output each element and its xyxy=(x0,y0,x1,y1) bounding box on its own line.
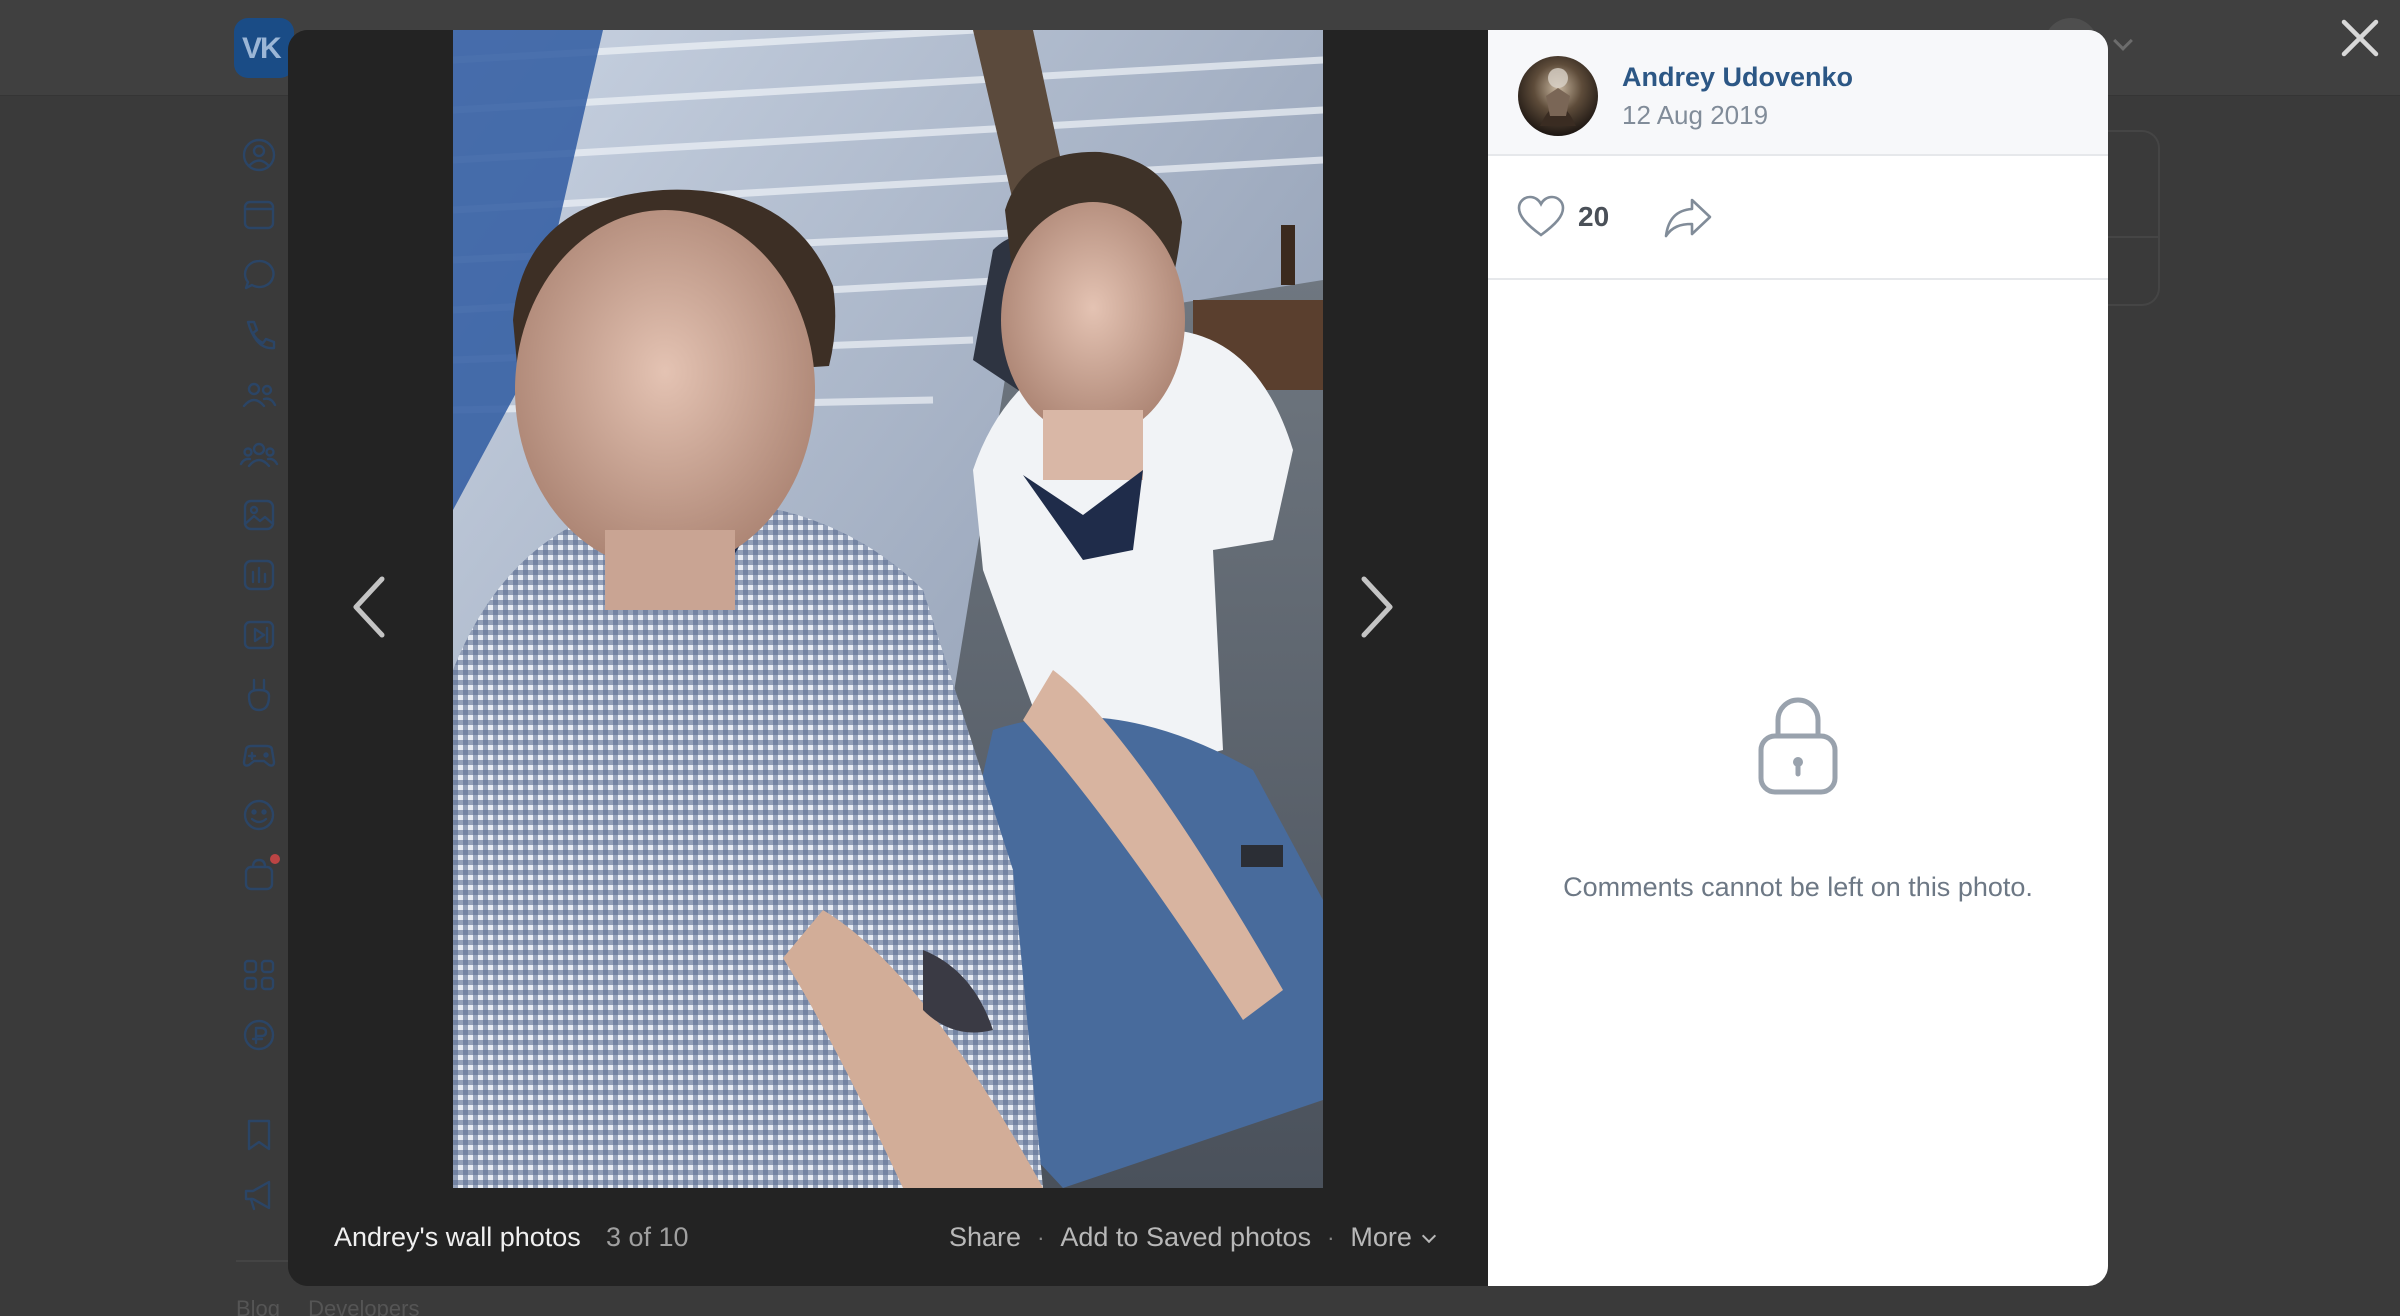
chevron-down-icon[interactable] xyxy=(2113,31,2133,51)
photo-info-panel: Andrey Udovenko 12 Aug 2019 20 Comments … xyxy=(1488,30,2108,1286)
photos-icon[interactable] xyxy=(238,494,280,536)
separator-dot: · xyxy=(1037,1224,1045,1250)
comments-disabled-message: Comments cannot be left on this photo. xyxy=(1563,872,2033,902)
chevron-down-icon xyxy=(1421,1228,1436,1244)
photo-viewer: Andrey's wall photos 3 of 10 Share · Add… xyxy=(288,30,2108,1286)
photo-counter: 3 of 10 xyxy=(606,1222,689,1252)
games-icon[interactable] xyxy=(238,734,280,776)
clips-icon[interactable] xyxy=(238,674,280,716)
like-count: 20 xyxy=(1578,201,1610,232)
photo-footer: Andrey's wall photos 3 of 10 Share · Add… xyxy=(288,1188,1488,1286)
author-avatar-image xyxy=(1518,56,1598,136)
photo-image xyxy=(453,30,1323,1188)
communities-icon[interactable] xyxy=(238,434,280,476)
photo-area: Andrey's wall photos 3 of 10 Share · Add… xyxy=(288,30,1488,1286)
author-avatar[interactable] xyxy=(1518,56,1598,136)
author-header: Andrey Udovenko 12 Aug 2019 xyxy=(1488,30,2108,156)
vk-logo[interactable]: VK xyxy=(234,18,294,78)
services-icon[interactable] xyxy=(238,954,280,996)
author-name-link[interactable]: Andrey Udovenko xyxy=(1622,62,1853,93)
close-icon xyxy=(2341,19,2379,57)
more-label: More xyxy=(1350,1222,1412,1252)
album-title-link[interactable]: Andrey's wall photos xyxy=(334,1222,581,1253)
separator-dot: · xyxy=(1327,1224,1335,1250)
news-icon[interactable] xyxy=(238,194,280,236)
background-footer: Blog Developers xyxy=(236,1296,441,1316)
reactions-bar: 20 xyxy=(1488,156,2108,280)
more-menu-button[interactable]: More xyxy=(1350,1222,1436,1253)
chevron-left-icon xyxy=(353,576,385,638)
heart-icon xyxy=(1517,195,1565,237)
vk-logo-text: VK xyxy=(242,32,282,65)
background-divider xyxy=(236,1260,296,1262)
ads-icon[interactable] xyxy=(238,1174,280,1216)
profile-icon[interactable] xyxy=(238,134,280,176)
friends-icon[interactable] xyxy=(238,374,280,416)
market-icon[interactable] xyxy=(238,854,280,896)
chevron-right-icon xyxy=(1361,576,1393,638)
like-button[interactable]: 20 xyxy=(1516,192,1609,242)
share-button[interactable] xyxy=(1662,192,1714,242)
footer-link-developers[interactable]: Developers xyxy=(308,1296,419,1316)
video-icon[interactable] xyxy=(238,614,280,656)
bookmarks-icon[interactable] xyxy=(238,1114,280,1156)
messages-icon[interactable] xyxy=(238,254,280,296)
calls-icon[interactable] xyxy=(238,314,280,356)
close-viewer-button[interactable] xyxy=(2336,14,2384,62)
lock-icon xyxy=(1751,690,1845,800)
post-date[interactable]: 12 Aug 2019 xyxy=(1622,100,1768,131)
photo[interactable] xyxy=(453,30,1323,1188)
add-to-saved-link[interactable]: Add to Saved photos xyxy=(1060,1222,1311,1253)
share-link[interactable]: Share xyxy=(949,1222,1021,1253)
previous-photo-button[interactable] xyxy=(328,547,408,667)
footer-link-blog[interactable]: Blog xyxy=(236,1296,280,1316)
stickers-icon[interactable] xyxy=(238,794,280,836)
next-photo-button[interactable] xyxy=(1338,547,1418,667)
notification-dot xyxy=(270,854,280,864)
share-arrow-icon xyxy=(1664,198,1712,238)
music-icon[interactable] xyxy=(238,554,280,596)
photo-actions: Share · Add to Saved photos · More xyxy=(949,1222,1436,1253)
payments-icon[interactable] xyxy=(238,1014,280,1056)
